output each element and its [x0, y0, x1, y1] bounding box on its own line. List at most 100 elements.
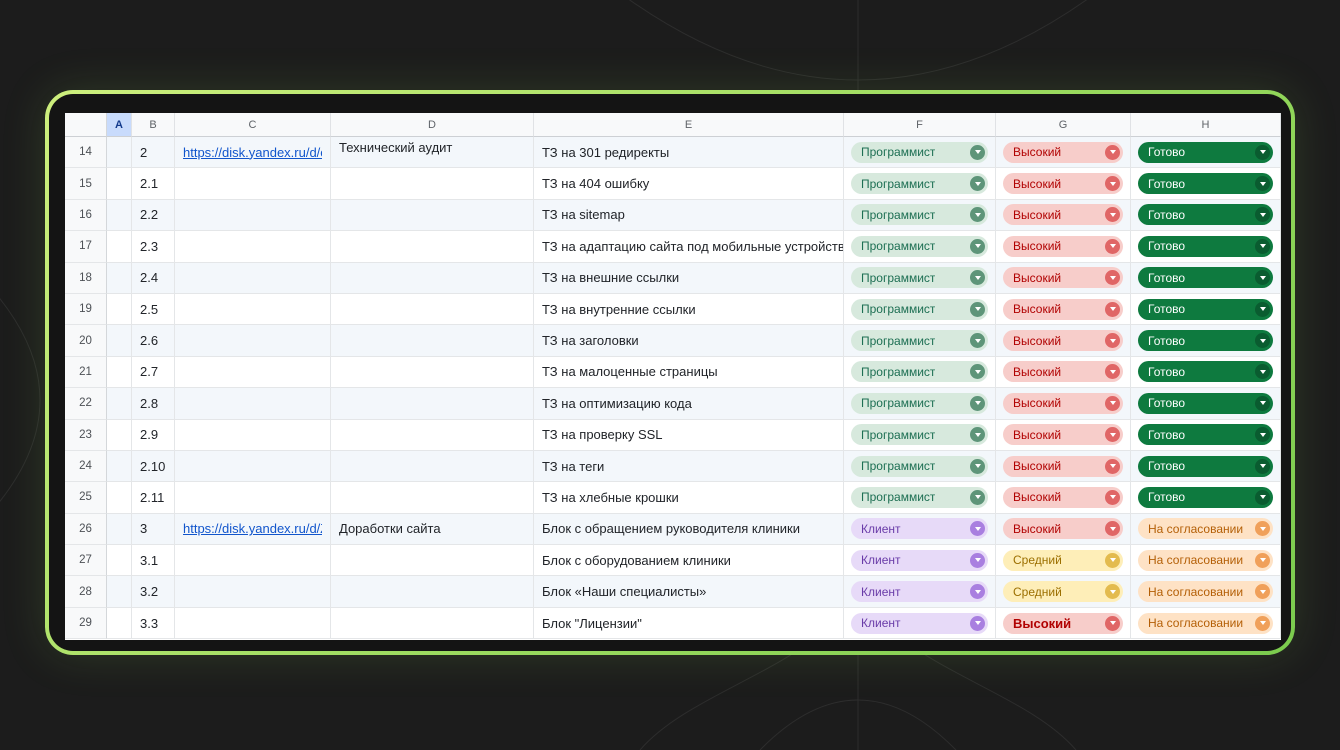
cell-g[interactable]: Высокий [996, 200, 1131, 231]
row-number[interactable]: 22 [65, 388, 107, 419]
column-header-D[interactable]: D [331, 113, 534, 137]
cell-b[interactable]: 2.1 [132, 168, 175, 199]
cell-e[interactable]: Блок «Наши специалисты» [534, 576, 844, 607]
cell-g[interactable]: Высокий [996, 420, 1131, 451]
cell-e[interactable]: ТЗ на хлебные крошки [534, 482, 844, 513]
column-header-B[interactable]: B [132, 113, 175, 137]
cell-c[interactable] [175, 357, 331, 388]
cell-f[interactable]: Клиент [844, 514, 996, 545]
assignee-dropdown[interactable]: Программист [851, 393, 988, 414]
cell-d[interactable] [331, 294, 534, 325]
cell-d[interactable] [331, 420, 534, 451]
cell-d[interactable] [331, 231, 534, 262]
cell-a[interactable] [107, 137, 132, 168]
status-dropdown[interactable]: Готово [1138, 236, 1273, 257]
cell-c[interactable] [175, 608, 331, 639]
assignee-dropdown[interactable]: Программист [851, 361, 988, 382]
priority-dropdown[interactable]: Средний [1003, 550, 1123, 571]
cell-f[interactable]: Программист [844, 137, 996, 168]
cell-b[interactable]: 2 [132, 137, 175, 168]
priority-dropdown[interactable]: Высокий [1003, 267, 1123, 288]
row-number[interactable]: 16 [65, 200, 107, 231]
assignee-dropdown[interactable]: Программист [851, 173, 988, 194]
cell-c[interactable] [175, 451, 331, 482]
assignee-dropdown[interactable]: Программист [851, 330, 988, 351]
status-dropdown[interactable]: Готово [1138, 173, 1273, 194]
row-number[interactable]: 27 [65, 545, 107, 576]
status-dropdown[interactable]: Готово [1138, 424, 1273, 445]
cell-a[interactable] [107, 357, 132, 388]
cell-h[interactable]: Готово [1131, 420, 1281, 451]
cell-e[interactable]: Блок с обращением руководителя клиники [534, 514, 844, 545]
assignee-dropdown[interactable]: Клиент [851, 518, 988, 539]
cell-f[interactable]: Программист [844, 294, 996, 325]
status-dropdown[interactable]: На согласовании [1138, 613, 1273, 634]
priority-dropdown[interactable]: Высокий [1003, 299, 1123, 320]
cell-a[interactable] [107, 263, 132, 294]
cell-e[interactable]: ТЗ на 301 редиректы [534, 137, 844, 168]
row-number[interactable]: 29 [65, 608, 107, 639]
status-dropdown[interactable]: Готово [1138, 393, 1273, 414]
cell-d[interactable]: Доработки сайта [331, 514, 534, 545]
cell-d[interactable] [331, 388, 534, 419]
priority-dropdown[interactable]: Высокий [1003, 361, 1123, 382]
cell-g[interactable]: Средний [996, 576, 1131, 607]
priority-dropdown[interactable]: Высокий [1003, 236, 1123, 257]
cell-f[interactable]: Программист [844, 482, 996, 513]
cell-d[interactable] [331, 545, 534, 576]
cell-h[interactable]: Готово [1131, 325, 1281, 356]
row-number[interactable]: 21 [65, 357, 107, 388]
cell-e[interactable]: ТЗ на проверку SSL [534, 420, 844, 451]
cell-d[interactable] [331, 482, 534, 513]
cell-h[interactable]: Готово [1131, 357, 1281, 388]
assignee-dropdown[interactable]: Программист [851, 487, 988, 508]
cell-f[interactable]: Клиент [844, 576, 996, 607]
row-number[interactable]: 20 [65, 325, 107, 356]
cell-f[interactable]: Программист [844, 451, 996, 482]
status-dropdown[interactable]: Готово [1138, 142, 1273, 163]
cell-g[interactable]: Высокий [996, 325, 1131, 356]
cell-b[interactable]: 2.4 [132, 263, 175, 294]
cell-h[interactable]: На согласовании [1131, 576, 1281, 607]
column-header-C[interactable]: C [175, 113, 331, 137]
cell-c[interactable] [175, 168, 331, 199]
cell-h[interactable]: Готово [1131, 482, 1281, 513]
cell-f[interactable]: Программист [844, 200, 996, 231]
priority-dropdown[interactable]: Высокий [1003, 487, 1123, 508]
cell-d[interactable] [331, 608, 534, 639]
cell-a[interactable] [107, 514, 132, 545]
cell-e[interactable]: ТЗ на оптимизацию кода [534, 388, 844, 419]
cell-a[interactable] [107, 200, 132, 231]
cell-f[interactable]: Программист [844, 231, 996, 262]
cell-c[interactable] [175, 325, 331, 356]
cell-a[interactable] [107, 168, 132, 199]
column-header-E[interactable]: E [534, 113, 844, 137]
cell-a[interactable] [107, 388, 132, 419]
column-header-A[interactable]: A [107, 113, 132, 137]
cell-e[interactable]: Блок "Лицензии" [534, 608, 844, 639]
status-dropdown[interactable]: Готово [1138, 361, 1273, 382]
status-dropdown[interactable]: Готово [1138, 456, 1273, 477]
cell-g[interactable]: Высокий [996, 514, 1131, 545]
status-dropdown[interactable]: Готово [1138, 299, 1273, 320]
cell-a[interactable] [107, 451, 132, 482]
cell-g[interactable]: Высокий [996, 451, 1131, 482]
cell-d[interactable] [331, 357, 534, 388]
assignee-dropdown[interactable]: Программист [851, 267, 988, 288]
cell-a[interactable] [107, 420, 132, 451]
priority-dropdown[interactable]: Высокий [1003, 518, 1123, 539]
cell-h[interactable]: Готово [1131, 263, 1281, 294]
priority-dropdown[interactable]: Высокий [1003, 173, 1123, 194]
row-number[interactable]: 23 [65, 420, 107, 451]
assignee-dropdown[interactable]: Программист [851, 142, 988, 163]
assignee-dropdown[interactable]: Клиент [851, 581, 988, 602]
cell-e[interactable]: ТЗ на теги [534, 451, 844, 482]
priority-dropdown[interactable]: Высокий [1003, 142, 1123, 163]
cell-e[interactable]: ТЗ на внешние ссылки [534, 263, 844, 294]
cell-h[interactable]: Готово [1131, 294, 1281, 325]
row-number[interactable]: 26 [65, 514, 107, 545]
column-header-H[interactable]: H [1131, 113, 1281, 137]
priority-dropdown[interactable]: Высокий [1003, 393, 1123, 414]
cell-h[interactable]: На согласовании [1131, 608, 1281, 639]
cell-a[interactable] [107, 545, 132, 576]
